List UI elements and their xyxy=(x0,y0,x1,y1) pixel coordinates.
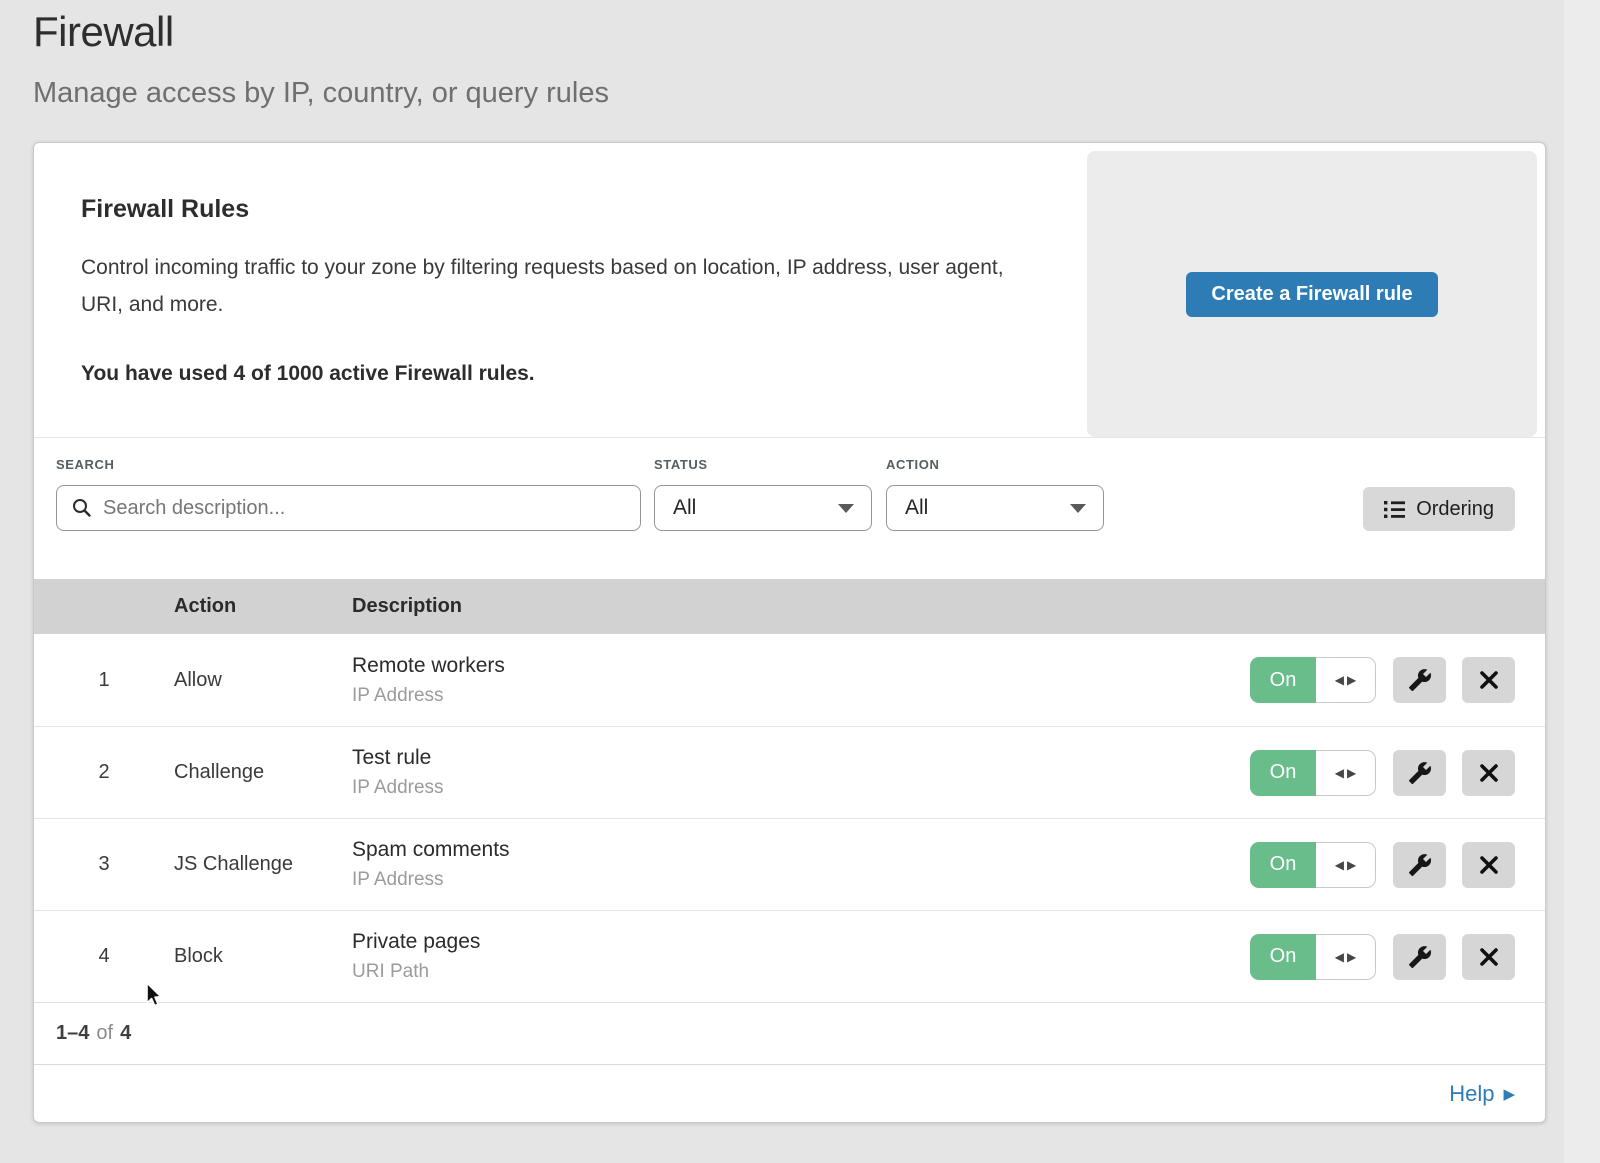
toggle-arrows-icon: ◀▶ xyxy=(1316,657,1376,703)
rule-action: Allow xyxy=(174,669,352,692)
close-icon xyxy=(1477,853,1501,877)
rules-table-body: 1 Allow Remote workers IP Address On ◀▶ xyxy=(34,634,1545,1002)
delete-rule-button[interactable] xyxy=(1462,657,1515,703)
rule-enabled-toggle[interactable]: On ◀▶ xyxy=(1250,750,1376,796)
pagination-range: 1–4 xyxy=(56,1022,89,1045)
close-icon xyxy=(1477,668,1501,692)
create-firewall-rule-button[interactable]: Create a Firewall rule xyxy=(1186,272,1437,317)
action-label: ACTION xyxy=(886,457,1104,472)
rule-description: Remote workers xyxy=(352,654,1250,678)
edit-rule-button[interactable] xyxy=(1393,842,1446,888)
firewall-panel: Firewall Rules Control incoming traffic … xyxy=(33,142,1546,1123)
rule-match-type: IP Address xyxy=(352,869,1250,891)
ordered-list-icon xyxy=(1384,501,1405,518)
rule-description: Spam comments xyxy=(352,838,1250,862)
delete-rule-button[interactable] xyxy=(1462,934,1515,980)
edit-rule-button[interactable] xyxy=(1393,657,1446,703)
wrench-icon xyxy=(1408,853,1432,877)
pagination-of: of xyxy=(96,1022,113,1045)
toggle-arrows-icon: ◀▶ xyxy=(1316,750,1376,796)
card-description: Control incoming traffic to your zone by… xyxy=(81,250,1031,324)
rule-match-type: IP Address xyxy=(352,685,1250,707)
rule-match-type: IP Address xyxy=(352,777,1250,799)
rule-controls: On ◀▶ xyxy=(1250,657,1545,703)
wrench-icon xyxy=(1408,945,1432,969)
card-title: Firewall Rules xyxy=(81,195,1047,224)
rule-enabled-toggle[interactable]: On ◀▶ xyxy=(1250,657,1376,703)
page-subtitle: Manage access by IP, country, or query r… xyxy=(33,76,1600,110)
toggle-on-label: On xyxy=(1250,934,1316,980)
rule-controls: On ◀▶ xyxy=(1250,934,1545,980)
rules-table-header: Action Description xyxy=(34,579,1545,634)
delete-rule-button[interactable] xyxy=(1462,842,1515,888)
toggle-on-label: On xyxy=(1250,657,1316,703)
search-input-wrap xyxy=(56,485,641,531)
column-header-description: Description xyxy=(352,595,1545,618)
action-filter: ACTION All xyxy=(886,457,1104,531)
status-filter: STATUS All xyxy=(654,457,872,531)
pagination: 1–4 of 4 xyxy=(34,1002,1545,1064)
help-row: Help ▶ xyxy=(34,1064,1545,1122)
rule-number: 3 xyxy=(34,853,174,876)
chevron-down-icon xyxy=(1070,504,1086,513)
arrow-right-icon: ▶ xyxy=(1503,1085,1515,1102)
toggle-on-label: On xyxy=(1250,750,1316,796)
help-link[interactable]: Help ▶ xyxy=(1449,1081,1515,1107)
rule-enabled-toggle[interactable]: On ◀▶ xyxy=(1250,934,1376,980)
action-selected-value: All xyxy=(905,496,928,520)
ordering-button[interactable]: Ordering xyxy=(1363,487,1515,531)
table-row: 4 Block Private pages URI Path On ◀▶ xyxy=(34,910,1545,1002)
create-rule-panel: Create a Firewall rule xyxy=(1087,151,1537,437)
column-header-action: Action xyxy=(174,595,352,618)
status-select[interactable]: All xyxy=(654,485,872,531)
usage-note: You have used 4 of 1000 active Firewall … xyxy=(81,362,1047,386)
status-label: STATUS xyxy=(654,457,872,472)
toggle-on-label: On xyxy=(1250,842,1316,888)
rule-action: Challenge xyxy=(174,761,352,784)
firewall-rules-summary: Firewall Rules Control incoming traffic … xyxy=(34,143,1545,438)
page-title: Firewall xyxy=(33,8,1600,56)
wrench-icon xyxy=(1408,668,1432,692)
rule-number: 1 xyxy=(34,669,174,692)
window-edge xyxy=(1564,0,1600,1163)
table-row: 1 Allow Remote workers IP Address On ◀▶ xyxy=(34,634,1545,726)
search-label: SEARCH xyxy=(56,457,641,472)
wrench-icon xyxy=(1408,761,1432,785)
edit-rule-button[interactable] xyxy=(1393,750,1446,796)
toggle-arrows-icon: ◀▶ xyxy=(1316,934,1376,980)
close-icon xyxy=(1477,945,1501,969)
page-header: Firewall Manage access by IP, country, o… xyxy=(0,0,1600,110)
firewall-rules-info: Firewall Rules Control incoming traffic … xyxy=(34,143,1087,437)
search-filter: SEARCH xyxy=(56,457,641,531)
rule-match-type: URI Path xyxy=(352,961,1250,983)
table-row: 3 JS Challenge Spam comments IP Address … xyxy=(34,818,1545,910)
rule-controls: On ◀▶ xyxy=(1250,750,1545,796)
close-icon xyxy=(1477,761,1501,785)
rule-description: Test rule xyxy=(352,746,1250,770)
search-icon xyxy=(72,498,92,518)
rule-action: Block xyxy=(174,945,352,968)
action-select[interactable]: All xyxy=(886,485,1104,531)
rule-action: JS Challenge xyxy=(174,853,352,876)
help-link-label: Help xyxy=(1449,1081,1494,1107)
rule-enabled-toggle[interactable]: On ◀▶ xyxy=(1250,842,1376,888)
rule-number: 2 xyxy=(34,761,174,784)
toggle-arrows-icon: ◀▶ xyxy=(1316,842,1376,888)
chevron-down-icon xyxy=(838,504,854,513)
pagination-total: 4 xyxy=(120,1022,131,1045)
edit-rule-button[interactable] xyxy=(1393,934,1446,980)
rule-description: Private pages xyxy=(352,930,1250,954)
table-row: 2 Challenge Test rule IP Address On ◀▶ xyxy=(34,726,1545,818)
ordering-button-label: Ordering xyxy=(1416,498,1494,521)
search-input[interactable] xyxy=(56,485,641,531)
filter-bar: SEARCH STATUS All ACTION All xyxy=(34,438,1545,579)
delete-rule-button[interactable] xyxy=(1462,750,1515,796)
status-selected-value: All xyxy=(673,496,696,520)
rule-controls: On ◀▶ xyxy=(1250,842,1545,888)
rule-number: 4 xyxy=(34,945,174,968)
